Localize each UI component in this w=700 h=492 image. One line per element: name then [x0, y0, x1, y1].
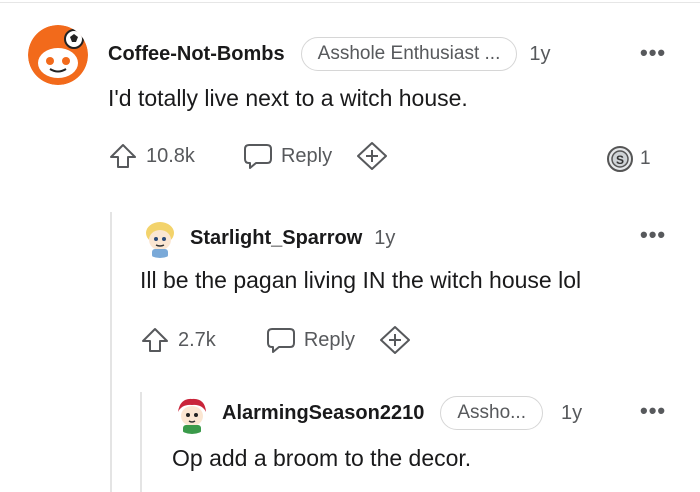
comment-header: Coffee-Not-Bombs Asshole Enthusiast ... …: [108, 37, 551, 71]
comment-age: 1y: [529, 42, 551, 65]
avatar[interactable]: [28, 25, 88, 85]
comment-actions: 10.8k Reply: [108, 140, 388, 172]
user-flair[interactable]: Asshole Enthusiast ...: [300, 37, 518, 71]
reply-label: Reply: [303, 328, 355, 351]
upvote-arrow-icon: [110, 144, 136, 168]
comment-bubble-icon: [266, 328, 295, 353]
award-display[interactable]: S 1: [606, 144, 651, 174]
more-options-icon[interactable]: •••: [640, 222, 666, 248]
user-flair[interactable]: Assho...: [440, 396, 543, 430]
avatar[interactable]: [172, 394, 212, 434]
comment-bubble-icon: [243, 144, 272, 169]
upvote-arrow-icon: [142, 328, 168, 352]
comment-body: I'd totally live next to a witch house.: [108, 85, 468, 111]
award-count: 1: [640, 148, 651, 169]
comment-header: AlarmingSeason2210 Assho... 1y: [222, 396, 582, 430]
reply-button[interactable]: Reply: [243, 142, 332, 170]
add-award-icon: [357, 142, 388, 170]
upvote-count: 10.8k: [146, 144, 195, 167]
reply-label: Reply: [280, 144, 333, 167]
comment-body: Op add a broom to the decor.: [172, 445, 472, 471]
upvote-button[interactable]: 2.7k: [140, 326, 216, 354]
top-divider: [0, 2, 700, 3]
thread-line-level-1[interactable]: [110, 212, 112, 492]
more-options-icon[interactable]: •••: [640, 40, 666, 66]
more-options-icon[interactable]: •••: [640, 398, 666, 424]
upvote-count: 2.7k: [178, 328, 216, 351]
thread-line-level-2[interactable]: [140, 392, 142, 492]
username[interactable]: Starlight_Sparrow: [190, 227, 362, 250]
award-button[interactable]: [356, 141, 388, 171]
add-award-icon: [379, 326, 410, 354]
svg-text:S: S: [616, 153, 624, 167]
username[interactable]: Coffee-Not-Bombs: [108, 43, 285, 66]
comment-body: Ill be the pagan living IN the witch hou…: [140, 267, 582, 293]
comment-age: 1y: [560, 401, 583, 424]
comment-actions: 2.7k Reply: [140, 324, 411, 356]
award-button[interactable]: [379, 325, 411, 355]
comment-age: 1y: [374, 226, 396, 249]
upvote-button[interactable]: 10.8k: [108, 142, 195, 170]
username[interactable]: AlarmingSeason2210: [222, 402, 424, 425]
silver-coin-icon: S: [607, 146, 633, 172]
reply-button[interactable]: Reply: [266, 326, 355, 354]
comment-header: Starlight_Sparrow 1y: [190, 222, 395, 254]
avatar[interactable]: [140, 218, 180, 258]
